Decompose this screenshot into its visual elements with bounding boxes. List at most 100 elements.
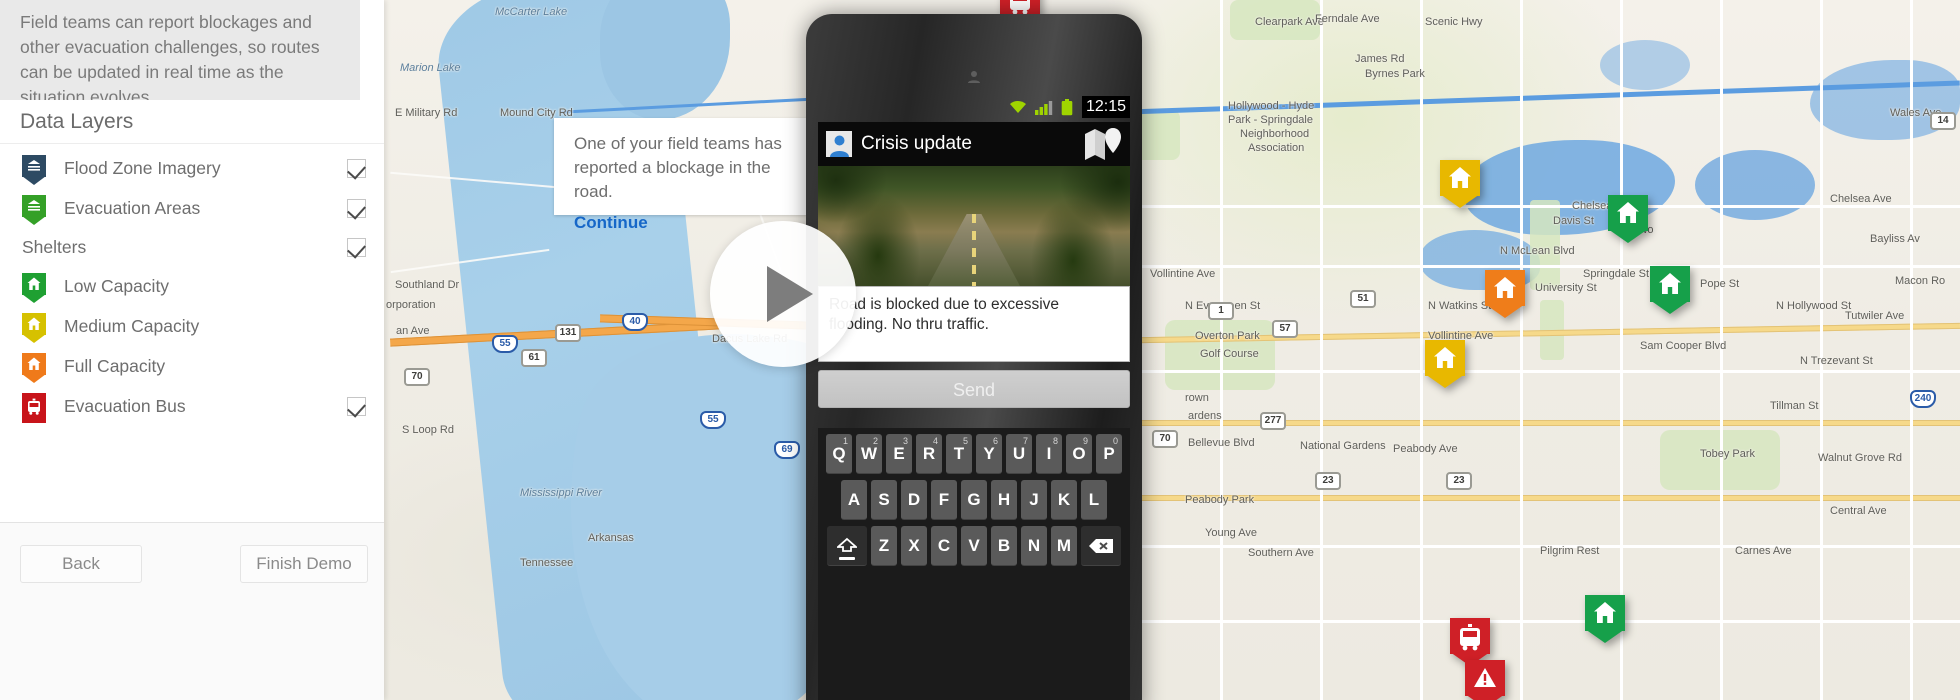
back-button[interactable]: Back	[20, 545, 142, 583]
map-label: Peabody Park	[1185, 494, 1255, 506]
map-label: an Ave	[396, 325, 430, 337]
map-label: orporation	[386, 299, 436, 311]
keyboard-key-n[interactable]: N	[1021, 526, 1047, 566]
map-label: Arkansas	[588, 532, 634, 544]
on-screen-keyboard[interactable]: 1Q2W3E4R5T6Y7U8I9O0P ASDFGHJKL ZXCVBNM	[818, 428, 1130, 700]
map-label: Walnut Grove Rd	[1818, 452, 1902, 464]
map-label: Sam Cooper Blvd	[1640, 340, 1727, 352]
map-label: McCarter Lake	[495, 6, 568, 18]
backspace-key-icon[interactable]	[1081, 526, 1121, 566]
route-shield: 23	[1446, 472, 1472, 490]
evacuation-area-marker-icon	[22, 193, 48, 225]
shelter-marker-low[interactable]	[1608, 195, 1648, 243]
continue-link[interactable]: Continue	[574, 213, 648, 233]
photo-foliage	[818, 166, 1130, 286]
shelter-marker-medium-2[interactable]	[1425, 340, 1465, 388]
map-label: Neighborhood	[1240, 128, 1310, 140]
keyboard-key-f[interactable]: F	[931, 480, 957, 520]
status-bar-clock: 12:15	[1081, 96, 1130, 118]
message-text: Road is blocked due to excessive floodin…	[829, 296, 1060, 333]
keyboard-key-i[interactable]: 8I	[1036, 434, 1062, 474]
app-screenshot: McCarter Lake Marion Lake E Military Rd Mou…	[0, 0, 1960, 700]
shelter-marker-medium[interactable]	[1440, 160, 1480, 208]
keyboard-key-l[interactable]: L	[1081, 480, 1107, 520]
keyboard-key-p[interactable]: 0P	[1096, 434, 1122, 474]
wifi-icon	[1009, 101, 1026, 113]
keyboard-key-x[interactable]: X	[901, 526, 927, 566]
keyboard-key-z[interactable]: Z	[871, 526, 897, 566]
layer-label: Evacuation Areas	[64, 197, 201, 218]
message-input[interactable]: Road is blocked due to excessive floodin…	[818, 286, 1130, 362]
keyboard-key-t[interactable]: 5T	[946, 434, 972, 474]
road-line	[1140, 205, 1960, 208]
phone-app-bar: Crisis update	[818, 122, 1130, 166]
layer-group-label: Shelters	[22, 236, 87, 257]
layer-checkbox-flood-zone-imagery[interactable]	[347, 158, 366, 178]
keyboard-row-2[interactable]: ASDFGHJKL	[818, 480, 1130, 520]
keyboard-key-q[interactable]: 1Q	[826, 434, 852, 474]
road-line	[1320, 0, 1323, 700]
shelter-house-marker-icon	[22, 351, 48, 383]
evacuation-bus-marker-2[interactable]	[1450, 618, 1490, 666]
keyboard-key-d[interactable]: D	[901, 480, 927, 520]
map-label: Bayliss Av	[1870, 233, 1920, 245]
shift-key-icon[interactable]	[827, 526, 867, 566]
keyboard-key-y[interactable]: 6Y	[976, 434, 1002, 474]
shelter-marker-low-3[interactable]	[1585, 595, 1625, 643]
route-shield: 240	[1910, 390, 1936, 408]
map-label: N Trezevant St	[1800, 355, 1873, 367]
layer-label: Full Capacity	[64, 355, 166, 376]
keyboard-key-s[interactable]: S	[871, 480, 897, 520]
map-label: Scenic Hwy	[1425, 16, 1483, 28]
evacuation-bus-icon	[22, 391, 48, 423]
keyboard-key-b[interactable]: B	[991, 526, 1017, 566]
route-shield: 70	[404, 368, 430, 386]
keyboard-key-e[interactable]: 3E	[886, 434, 912, 474]
map-label: Hollywood - Hyde	[1228, 100, 1315, 112]
layer-row-evacuation-bus[interactable]: Evacuation Bus	[0, 386, 384, 426]
route-shield: 131	[555, 324, 581, 342]
phone-speaker-icon	[968, 71, 980, 83]
keyboard-key-u[interactable]: 7U	[1006, 434, 1032, 474]
map-pin-icon[interactable]	[1084, 127, 1122, 161]
battery-icon	[1061, 98, 1073, 115]
route-shield: 61	[521, 349, 547, 367]
keyboard-key-a[interactable]: A	[841, 480, 867, 520]
hazard-marker[interactable]	[1465, 660, 1505, 700]
send-button[interactable]: Send	[818, 370, 1130, 408]
keyboard-key-c[interactable]: C	[931, 526, 957, 566]
keyboard-key-m[interactable]: M	[1051, 526, 1077, 566]
keyboard-key-j[interactable]: J	[1021, 480, 1047, 520]
road-line	[1140, 265, 1960, 268]
layer-row-evacuation-areas[interactable]: Evacuation Areas	[0, 188, 384, 228]
keyboard-key-v[interactable]: V	[961, 526, 987, 566]
layer-checkbox-evacuation-bus[interactable]	[347, 396, 366, 416]
shelter-marker-low-2[interactable]	[1650, 266, 1690, 314]
keyboard-key-h[interactable]: H	[991, 480, 1017, 520]
layer-checkbox-evacuation-areas[interactable]	[347, 198, 366, 218]
layer-row-full-capacity[interactable]: Full Capacity	[0, 346, 384, 386]
map-label: Ferndale Ave	[1315, 13, 1380, 25]
map-label: Peabody Ave	[1393, 443, 1458, 455]
layer-row-low-capacity[interactable]: Low Capacity	[0, 266, 384, 306]
keyboard-key-g[interactable]: G	[961, 480, 987, 520]
keyboard-key-k[interactable]: K	[1051, 480, 1077, 520]
keyboard-row-3[interactable]: ZXCVBNM	[818, 526, 1130, 566]
keyboard-key-r[interactable]: 4R	[916, 434, 942, 474]
layer-row-medium-capacity[interactable]: Medium Capacity	[0, 306, 384, 346]
shelter-marker-full[interactable]	[1485, 270, 1525, 318]
road-line	[1420, 0, 1423, 700]
finish-demo-button[interactable]: Finish Demo	[240, 545, 368, 583]
keyboard-key-o[interactable]: 9O	[1066, 434, 1092, 474]
keyboard-key-w[interactable]: 2W	[856, 434, 882, 474]
layer-label: Medium Capacity	[64, 315, 200, 336]
map-label: Overton Park	[1195, 330, 1260, 342]
play-button-icon[interactable]	[710, 221, 856, 367]
road-line	[1520, 0, 1523, 700]
layer-group-shelters[interactable]: Shelters	[0, 228, 384, 266]
map-label: Pilgrim Rest	[1540, 545, 1600, 557]
route-shield: 69	[774, 441, 800, 459]
layer-checkbox-shelters[interactable]	[347, 237, 366, 257]
keyboard-row-1[interactable]: 1Q2W3E4R5T6Y7U8I9O0P	[818, 434, 1130, 474]
layer-row-flood-zone-imagery[interactable]: Flood Zone Imagery	[0, 148, 384, 188]
